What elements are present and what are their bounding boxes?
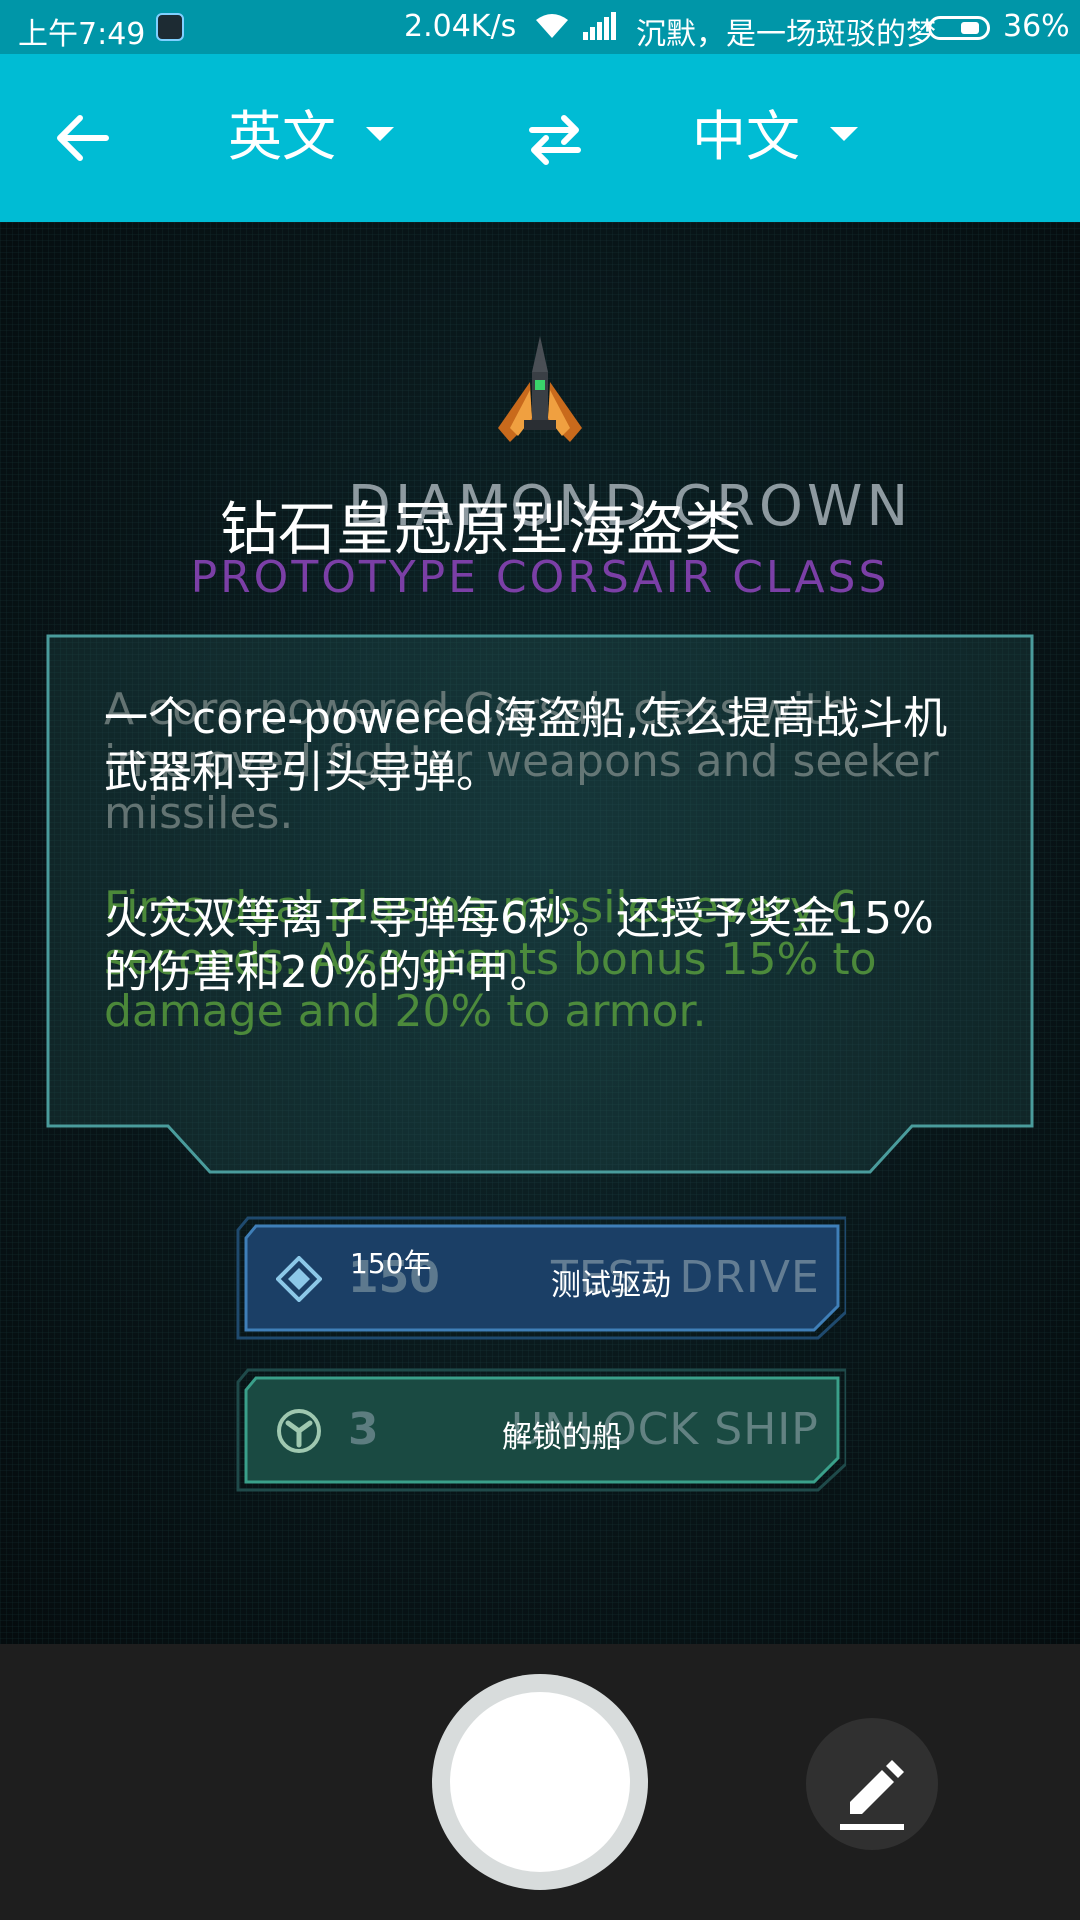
shutter-button[interactable] xyxy=(432,1674,648,1890)
diamond-currency-icon xyxy=(276,1256,322,1302)
translated-description-1: 一个core-powered海盗船,怎么提高战斗机武器和导引头导弹。 xyxy=(104,693,948,798)
battery-percent: 36% xyxy=(1003,9,1070,44)
signal-icon xyxy=(583,12,619,40)
chevron-down-icon xyxy=(366,127,394,142)
notification-app-icon xyxy=(156,13,184,41)
network-speed: 2.04K/s xyxy=(404,9,517,44)
edit-button[interactable] xyxy=(806,1718,938,1850)
ship-sprite xyxy=(498,336,582,442)
translated-title: 钻石皇冠原型海盗类 xyxy=(220,495,743,563)
wifi-icon xyxy=(536,14,568,38)
test-drive-button: 150 TEST DRIVE 150年 测试驱动 xyxy=(236,1216,846,1340)
translate-toolbar: 英文 中文 xyxy=(0,54,1080,222)
unlock-label-translated: 解锁的船 xyxy=(502,1420,622,1455)
translated-description-2: 火灾双等离子导弹每6秒。还授予奖金15%的伤害和20%的护甲。 xyxy=(104,893,934,998)
shutter-inner xyxy=(450,1692,630,1872)
test-drive-label-translated: 测试驱动 xyxy=(551,1268,671,1303)
source-language-label: 英文 xyxy=(228,105,336,168)
core-currency-icon xyxy=(277,1409,321,1453)
translated-image: DIAMOND CROWN PROTOTYPE CORSAIR CLASS 钻石… xyxy=(0,222,1080,1644)
arrow-left-icon[interactable] xyxy=(50,106,114,170)
pencil-icon xyxy=(840,1760,904,1830)
status-bar: 上午7:49 2.04K/s 沉默，是一场斑驳的梦 36% xyxy=(0,0,1080,54)
unlock-cost-original: 3 xyxy=(348,1404,379,1455)
swap-arrows-icon[interactable] xyxy=(526,112,584,166)
chevron-down-icon xyxy=(830,127,858,142)
unlock-ship-button: 3 UNLOCK SHIP 解锁的船 xyxy=(236,1368,846,1492)
status-time: 上午7:49 xyxy=(18,17,146,52)
camera-bottom-bar xyxy=(0,1644,1080,1920)
now-playing-text: 沉默，是一场斑驳的梦 xyxy=(636,17,936,52)
test-drive-cost-translated: 150年 xyxy=(350,1247,432,1280)
target-language-dropdown[interactable]: 中文 xyxy=(692,102,858,172)
source-language-dropdown[interactable]: 英文 xyxy=(228,102,394,172)
battery-icon xyxy=(928,16,990,40)
target-language-label: 中文 xyxy=(692,105,800,168)
